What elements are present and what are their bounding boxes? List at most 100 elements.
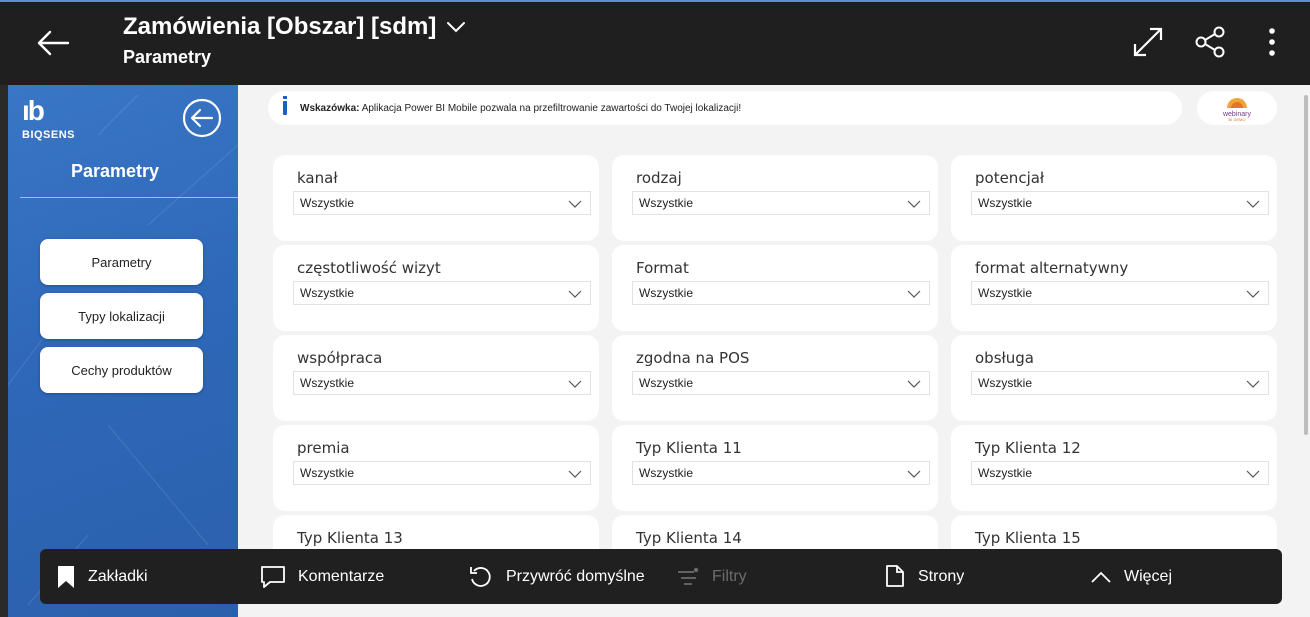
- chevron-up-icon: [1091, 571, 1111, 583]
- filter-dropdown[interactable]: Wszystkie: [971, 281, 1269, 305]
- filter-dropdown-value: Wszystkie: [300, 196, 354, 210]
- sidebar-divider: [20, 197, 238, 198]
- chevron-down-icon: [568, 470, 582, 478]
- tip-text: Wskazówka: Aplikacja Power BI Mobile poz…: [300, 103, 741, 114]
- nav-button-typy-lokalizacji[interactable]: Typy lokalizacji: [40, 293, 203, 339]
- expand-icon: [1133, 27, 1163, 57]
- filter-card: Typ Klienta 11 Wszystkie: [612, 425, 938, 511]
- filter-card: obsługa Wszystkie: [951, 335, 1277, 421]
- circle-arrow-left-icon: [182, 98, 222, 138]
- chevron-down-icon: [568, 200, 582, 208]
- more-vertical-icon: [1269, 28, 1275, 56]
- reset-label: Przywróć domyślne: [506, 567, 645, 585]
- comments-button[interactable]: Komentarze: [260, 549, 384, 604]
- filter-dropdown-value: Wszystkie: [978, 466, 1032, 480]
- filter-dropdown[interactable]: Wszystkie: [971, 461, 1269, 485]
- sidebar-title: Parametry: [70, 161, 160, 181]
- reset-default-button[interactable]: Przywróć domyślne: [468, 549, 645, 604]
- filter-label: obsługa: [975, 349, 1034, 367]
- chevron-down-icon: [1246, 380, 1260, 388]
- back-arrow-icon: [37, 30, 70, 56]
- chevron-down-icon: [907, 470, 921, 478]
- filter-card: format alternatywny Wszystkie: [951, 245, 1277, 331]
- filter-label: Typ Klienta 13: [297, 529, 403, 547]
- filter-dropdown-value: Wszystkie: [639, 196, 693, 210]
- chevron-down-icon: [907, 200, 921, 208]
- tip-label: Wskazówka:: [300, 102, 360, 114]
- chevron-down-icon: [1246, 470, 1260, 478]
- more-button[interactable]: Więcej: [1090, 549, 1172, 604]
- filter-label: Typ Klienta 11: [636, 439, 742, 457]
- comments-label: Komentarze: [298, 567, 385, 585]
- filter-dropdown-value: Wszystkie: [639, 376, 693, 390]
- filter-dropdown-value: Wszystkie: [978, 376, 1032, 390]
- filter-label: Format: [636, 259, 689, 277]
- page-subtitle: Parametry: [123, 47, 212, 67]
- filters-button[interactable]: Filtry: [676, 549, 747, 604]
- more-label: Więcej: [1124, 567, 1173, 585]
- filter-card: zgodna na POS Wszystkie: [612, 335, 938, 421]
- filter-dropdown-value: Wszystkie: [300, 376, 354, 390]
- nav-button-label: Typy lokalizacji: [78, 308, 165, 324]
- share-button[interactable]: [1190, 22, 1230, 62]
- filter-dropdown-value: Wszystkie: [639, 286, 693, 300]
- report-title: Zamówienia [Obszar] [sdm]: [123, 13, 437, 40]
- expand-button[interactable]: [1128, 22, 1168, 62]
- filter-card: potencjał Wszystkie: [951, 155, 1277, 241]
- pages-button[interactable]: Strony: [884, 549, 964, 604]
- filter-label: Typ Klienta 12: [975, 439, 1081, 457]
- scrollbar[interactable]: [1304, 95, 1308, 435]
- pages-label: Strony: [918, 567, 965, 585]
- nav-button-cechy-produktow[interactable]: Cechy produktów: [40, 347, 203, 393]
- logo-text: BIQSENS: [22, 129, 76, 141]
- chevron-down-icon: [907, 290, 921, 298]
- info-icon: [283, 96, 287, 115]
- frame-edge: [0, 85, 8, 617]
- back-button[interactable]: [30, 20, 76, 66]
- filter-card: współpraca Wszystkie: [273, 335, 599, 421]
- filter-dropdown-value: Wszystkie: [639, 466, 693, 480]
- sidebar-back-button[interactable]: [181, 97, 223, 139]
- filter-card: premia Wszystkie: [273, 425, 599, 511]
- title-block: Zamówienia [Obszar] [sdm] Parametry: [123, 12, 466, 68]
- filter-dropdown[interactable]: Wszystkie: [632, 191, 930, 215]
- filter-dropdown-value: Wszystkie: [300, 286, 354, 300]
- filter-label: format alternatywny: [975, 259, 1129, 277]
- bookmarks-label: Zakładki: [88, 567, 148, 585]
- tip-banner: Wskazówka: Aplikacja Power BI Mobile poz…: [268, 91, 1182, 125]
- filter-card: częstotliwość wizyt Wszystkie: [273, 245, 599, 331]
- filter-dropdown[interactable]: Wszystkie: [971, 371, 1269, 395]
- filter-dropdown[interactable]: Wszystkie: [293, 281, 591, 305]
- filter-label: Typ Klienta 14: [636, 529, 742, 547]
- filter-label: rodzaj: [636, 169, 682, 187]
- filter-label: potencjał: [975, 169, 1045, 187]
- logo-mark: ıb: [22, 95, 45, 126]
- filter-card: Format Wszystkie: [612, 245, 938, 331]
- filter-dropdown[interactable]: Wszystkie: [632, 371, 930, 395]
- filter-dropdown[interactable]: Wszystkie: [632, 281, 930, 305]
- bottom-action-bar: Zakładki Komentarze Przywróć domyślne Fi…: [40, 549, 1282, 604]
- bookmarks-button[interactable]: Zakładki: [56, 549, 148, 604]
- nav-button-parametry[interactable]: Parametry: [40, 239, 203, 285]
- chevron-down-icon[interactable]: [446, 20, 466, 34]
- filter-card: Typ Klienta 12 Wszystkie: [951, 425, 1277, 511]
- webinary-logo-icon: webinary BI DEMO: [1222, 98, 1252, 122]
- sidebar: ıb BIQSENS Parametry Parametry Typy loka…: [8, 85, 238, 617]
- more-options-button[interactable]: [1252, 22, 1292, 62]
- filter-dropdown[interactable]: Wszystkie: [293, 191, 591, 215]
- filter-label: zgodna na POS: [636, 349, 750, 367]
- filter-dropdown[interactable]: Wszystkie: [293, 461, 591, 485]
- tip-message: Aplikacja Power BI Mobile pozwala na prz…: [359, 102, 742, 114]
- filter-dropdown-value: Wszystkie: [300, 466, 354, 480]
- filter-dropdown[interactable]: Wszystkie: [971, 191, 1269, 215]
- filter-dropdown[interactable]: Wszystkie: [293, 371, 591, 395]
- filter-label: kanał: [297, 169, 338, 187]
- filter-dropdown-value: Wszystkie: [978, 196, 1032, 210]
- reset-icon: [470, 566, 491, 587]
- filter-label: częstotliwość wizyt: [297, 259, 441, 277]
- chevron-down-icon: [568, 380, 582, 388]
- webinary-logo: webinary BI DEMO: [1197, 91, 1277, 125]
- bookmark-icon: [58, 565, 74, 588]
- chevron-down-icon: [1246, 200, 1260, 208]
- filter-dropdown[interactable]: Wszystkie: [632, 461, 930, 485]
